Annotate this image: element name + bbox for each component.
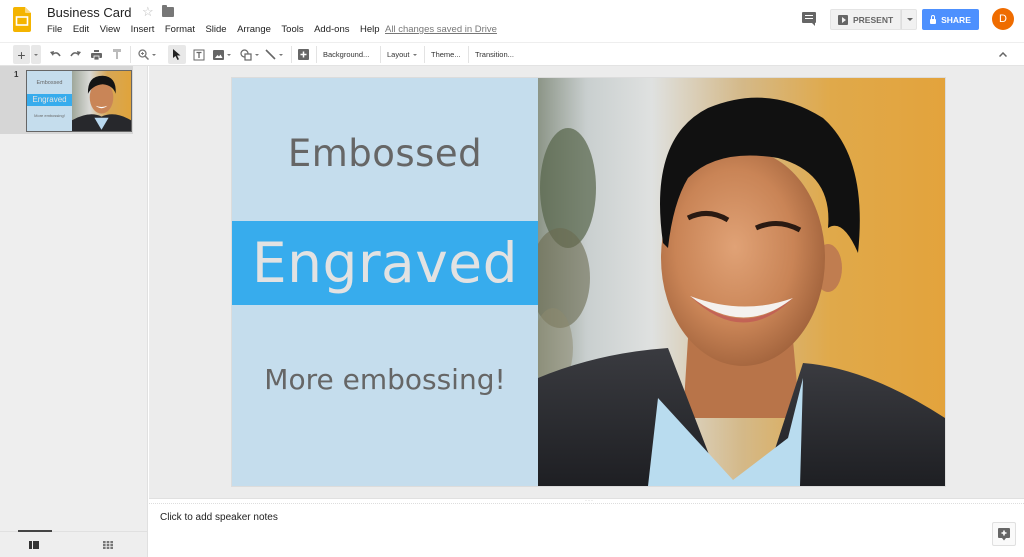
- slide-text-panel: Embossed Engraved More embossing!: [232, 78, 538, 486]
- menu-edit[interactable]: Edit: [73, 24, 89, 35]
- explore-button[interactable]: [992, 522, 1016, 546]
- slide-highlight-text[interactable]: Engraved: [232, 221, 538, 305]
- print-icon: [90, 49, 102, 60]
- chevron-down-icon: [152, 53, 156, 56]
- view-mode-tabs: [0, 530, 148, 557]
- filmstrip-view-icon[interactable]: [29, 541, 39, 549]
- grid-view-icon[interactable]: [103, 541, 113, 549]
- zoom-button[interactable]: [135, 45, 159, 64]
- transition-button[interactable]: Transition...: [475, 45, 514, 64]
- zoom-icon: [138, 49, 149, 60]
- print-button[interactable]: [88, 45, 104, 64]
- insert-comment-button[interactable]: [295, 45, 312, 64]
- menu-view[interactable]: View: [100, 24, 120, 35]
- shape-icon: [239, 48, 252, 61]
- undo-icon: [49, 50, 61, 56]
- filmstrip-slide-row[interactable]: 1 Embossed Engraved More embossing!: [0, 66, 133, 134]
- line-button[interactable]: [261, 45, 287, 64]
- chevron-down-icon: [254, 53, 259, 56]
- toolbar-divider: [130, 46, 131, 63]
- menu-slide[interactable]: Slide: [205, 24, 226, 35]
- folder-icon[interactable]: [162, 5, 174, 17]
- share-label: SHARE: [941, 14, 971, 25]
- thumbnail-highlight: Engraved: [27, 94, 72, 106]
- collapse-toolbar-button[interactable]: [996, 45, 1010, 64]
- play-icon: [838, 14, 848, 25]
- layout-label: Layout: [387, 50, 410, 59]
- new-slide-layout-dropdown[interactable]: [31, 45, 41, 64]
- new-slide-button[interactable]: +: [13, 45, 30, 64]
- toolbar-divider: [291, 46, 292, 63]
- insert-image-button[interactable]: [210, 45, 234, 64]
- present-options-dropdown[interactable]: [901, 9, 917, 30]
- resize-grip-icon: ···: [585, 498, 594, 504]
- user-avatar[interactable]: D: [992, 8, 1014, 30]
- line-icon: [265, 49, 276, 60]
- explore-icon: [998, 527, 1010, 540]
- image-icon: [213, 49, 224, 60]
- redo-button[interactable]: [67, 45, 83, 64]
- app-header: Business Card ☆ File Edit View Insert Fo…: [0, 0, 1024, 42]
- paint-format-icon: [112, 49, 121, 59]
- paint-format-button[interactable]: [109, 45, 125, 64]
- comments-icon[interactable]: [802, 12, 816, 26]
- chevron-down-icon: [34, 53, 38, 56]
- highlight-band[interactable]: Engraved: [232, 221, 538, 305]
- portrait-image[interactable]: [538, 78, 945, 486]
- menu-file[interactable]: File: [47, 24, 62, 35]
- thumbnail-portrait-image: [72, 71, 131, 131]
- star-icon[interactable]: ☆: [142, 4, 154, 20]
- slide-canvas: Embossed Engraved More embossing!: [149, 66, 1024, 498]
- share-button[interactable]: SHARE: [922, 9, 979, 30]
- toolbar: + Background... Layout Theme... Transiti…: [0, 42, 1024, 66]
- background-button[interactable]: Background...: [323, 45, 369, 64]
- lock-icon: [930, 14, 937, 24]
- slide-thumbnail[interactable]: Embossed Engraved More embossing!: [26, 70, 132, 132]
- toolbar-divider: [424, 46, 425, 63]
- document-title[interactable]: Business Card: [47, 5, 132, 20]
- current-slide[interactable]: Embossed Engraved More embossing!: [232, 78, 945, 486]
- slide-number: 1: [14, 70, 19, 79]
- undo-button[interactable]: [47, 45, 63, 64]
- menu-format[interactable]: Format: [165, 24, 195, 35]
- theme-button[interactable]: Theme...: [431, 45, 461, 64]
- chevron-down-icon: [412, 53, 417, 56]
- slides-logo-icon[interactable]: [13, 7, 31, 32]
- thumbnail-title: Embossed: [36, 80, 63, 86]
- cursor-icon: [173, 49, 181, 60]
- shape-button[interactable]: [238, 45, 260, 64]
- select-tool-button[interactable]: [168, 45, 186, 64]
- toolbar-divider: [468, 46, 469, 63]
- menu-bar: File Edit View Insert Format Slide Arran…: [47, 24, 390, 35]
- menu-addons[interactable]: Add-ons: [314, 24, 349, 35]
- slide-filmstrip: 1 Embossed Engraved More embossing!: [0, 66, 148, 557]
- thumbnail-text-panel: Embossed Engraved More embossing!: [27, 71, 72, 131]
- speaker-notes-panel: Click to add speaker notes: [149, 504, 1024, 557]
- menu-tools[interactable]: Tools: [281, 24, 303, 35]
- present-label: PRESENT: [853, 14, 894, 25]
- present-button[interactable]: PRESENT: [830, 9, 901, 30]
- active-view-indicator: [18, 530, 52, 532]
- redo-icon: [69, 50, 81, 56]
- text-box-button[interactable]: [190, 45, 207, 64]
- menu-help[interactable]: Help: [360, 24, 380, 35]
- toolbar-divider: [316, 46, 317, 63]
- chevron-down-icon: [227, 53, 231, 56]
- speaker-notes-input[interactable]: Click to add speaker notes: [160, 512, 278, 523]
- thumbnail-subtitle: More embossing!: [34, 113, 65, 118]
- text-box-icon: [193, 49, 204, 60]
- plus-icon: +: [17, 46, 26, 63]
- chevron-up-icon: [999, 52, 1007, 57]
- chevron-down-icon: [279, 53, 283, 56]
- menu-insert[interactable]: Insert: [131, 24, 155, 35]
- layout-button[interactable]: Layout: [387, 45, 417, 64]
- menu-arrange[interactable]: Arrange: [237, 24, 271, 35]
- save-status-link[interactable]: All changes saved in Drive: [385, 24, 497, 35]
- slide-subtitle-text[interactable]: More embossing!: [232, 363, 538, 396]
- toolbar-divider: [380, 46, 381, 63]
- slide-title-text[interactable]: Embossed: [232, 132, 538, 175]
- add-comment-icon: [298, 49, 309, 60]
